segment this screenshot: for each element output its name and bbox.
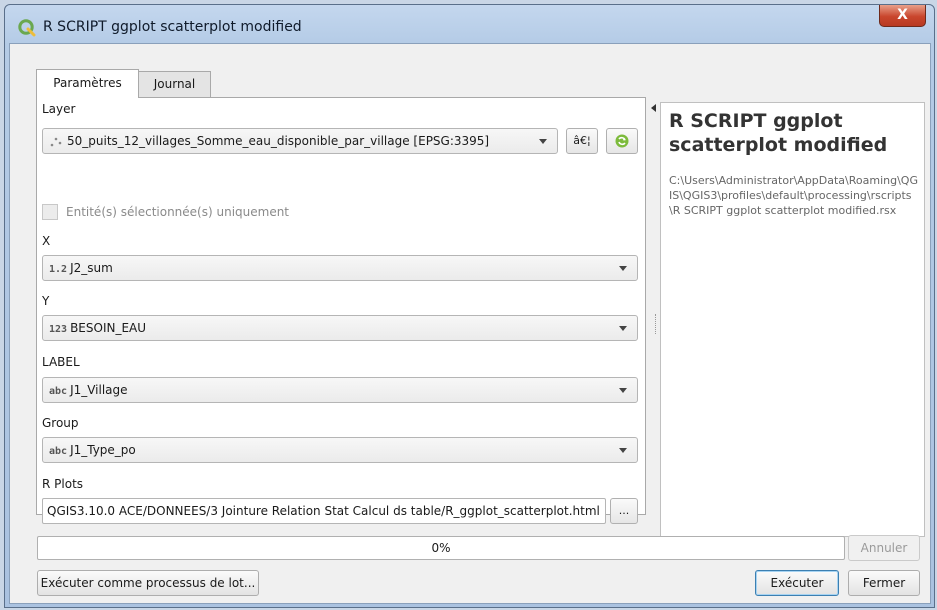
chevron-down-icon: [619, 448, 627, 453]
group-field-value: J1_Type_po: [70, 443, 136, 457]
label-field-combobox[interactable]: abc J1_Village: [42, 377, 638, 403]
x-field-value: J2_sum: [70, 261, 113, 275]
integer-type-icon: 123: [49, 324, 68, 335]
layer-options-button[interactable]: â€¦: [566, 128, 598, 154]
iterate-green-icon: [615, 134, 629, 148]
string-type-icon: abc: [49, 386, 68, 397]
layer-value: 50_puits_12_villages_Somme_eau_disponibl…: [67, 134, 490, 148]
chevron-down-icon: [539, 139, 547, 144]
close-button[interactable]: Fermer: [848, 570, 920, 596]
layer-combobox[interactable]: 50_puits_12_villages_Somme_eau_disponibl…: [42, 128, 558, 154]
splitter-handle[interactable]: [655, 314, 657, 334]
string-type-icon: abc: [49, 446, 68, 457]
y-field-value: BESOIN_EAU: [70, 321, 147, 335]
help-script-path: C:\Users\Administrator\AppData\Roaming\Q…: [669, 174, 918, 217]
dialog-client-area: Paramètres Journal Layer 50_puits_12_vil…: [9, 43, 931, 604]
help-title: R SCRIPT ggplot scatterplot modified: [669, 110, 888, 156]
qgis-logo-icon: [18, 19, 36, 37]
tab-parametres[interactable]: Paramètres: [36, 69, 139, 98]
cancel-button[interactable]: Annuler: [848, 535, 920, 561]
label-field-value: J1_Village: [70, 383, 128, 397]
help-panel: R SCRIPT ggplot scatterplot modified C:\…: [660, 102, 925, 537]
collapse-help-arrow-icon[interactable]: [651, 104, 656, 112]
iterate-button[interactable]: [606, 128, 638, 154]
chevron-down-icon: [619, 326, 627, 331]
window-title: R SCRIPT ggplot scatterplot modified: [43, 19, 302, 35]
close-window-button[interactable]: X: [879, 5, 926, 27]
dialog-window: R SCRIPT ggplot scatterplot modified X P…: [4, 4, 935, 608]
r-plots-path-input[interactable]: QGIS3.10.0 ACE/DONNEES/3 Jointure Relati…: [42, 498, 606, 524]
title-bar[interactable]: R SCRIPT ggplot scatterplot modified X: [5, 5, 934, 47]
r-plots-browse-button[interactable]: ...: [610, 498, 638, 524]
selected-features-checkbox[interactable]: [42, 204, 58, 220]
group-label: Group: [42, 416, 79, 430]
batch-process-button[interactable]: Exécuter comme processus de lot...: [37, 570, 259, 596]
point-layer-icon: [50, 137, 62, 146]
x-label: X: [42, 234, 51, 248]
y-field-combobox[interactable]: 123 BESOIN_EAU: [42, 315, 638, 341]
tab-journal[interactable]: Journal: [138, 71, 211, 97]
x-field-combobox[interactable]: 1.2 J2_sum: [42, 255, 638, 281]
progress-bar: 0%: [37, 536, 845, 560]
chevron-down-icon: [619, 266, 627, 271]
y-label: Y: [42, 294, 50, 308]
layer-label: Layer: [42, 102, 76, 116]
chevron-down-icon: [619, 388, 627, 393]
r-plots-label: R Plots: [42, 477, 84, 491]
run-button[interactable]: Exécuter: [755, 570, 839, 596]
selected-features-label: Entité(s) sélectionnée(s) uniquement: [66, 205, 290, 219]
decimal-type-icon: 1.2: [49, 264, 68, 275]
label-field-label: LABEL: [42, 355, 80, 369]
group-field-combobox[interactable]: abc J1_Type_po: [42, 437, 638, 463]
